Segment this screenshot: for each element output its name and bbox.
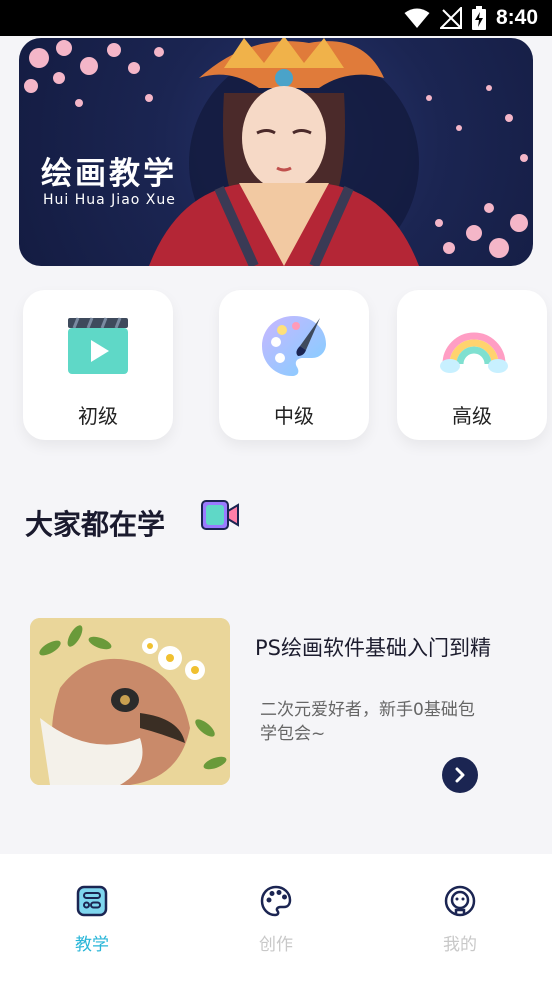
status-bar: 8:40 — [0, 0, 552, 36]
level-label: 高级 — [452, 404, 492, 428]
palette-icon — [262, 316, 326, 376]
teach-icon — [76, 885, 108, 917]
course-thumbnail-illustration — [30, 618, 230, 785]
hero-banner[interactable]: 绘画教学 Hui Hua Jiao Xue — [19, 38, 533, 266]
status-time: 8:40 — [495, 6, 538, 29]
battery-charging-icon — [471, 6, 486, 30]
level-label: 初级 — [78, 404, 118, 428]
course-thumbnail[interactable] — [30, 618, 230, 785]
course-open-button[interactable] — [442, 757, 478, 793]
level-intermediate-card[interactable]: 中级 — [219, 290, 369, 440]
video-clapper-icon — [68, 317, 128, 374]
video-camera-icon — [201, 500, 239, 530]
status-icons: 8:40 — [404, 6, 538, 30]
tab-teach[interactable]: 教学 — [32, 884, 152, 964]
level-beginner-card[interactable]: 初级 — [23, 290, 173, 440]
rainbow-icon — [440, 332, 508, 373]
no-signal-icon — [439, 7, 462, 29]
level-label: 中级 — [274, 404, 314, 428]
section-title: 大家都在学 — [25, 508, 166, 541]
tab-label: 创作 — [259, 935, 293, 955]
course-description: 二次元爱好者，新手0基础包学包会~ — [260, 700, 475, 744]
wifi-icon — [404, 8, 430, 28]
level-advanced-card[interactable]: 高级 — [397, 290, 547, 440]
banner-title: 绘画教学 — [41, 156, 177, 192]
tab-profile[interactable]: 我的 — [400, 884, 520, 964]
tab-label: 教学 — [75, 935, 109, 955]
banner-subtitle: Hui Hua Jiao Xue — [43, 192, 176, 208]
bottom-tab-bar: 教学 创作 我的 — [0, 854, 552, 982]
chevron-right-icon — [455, 767, 465, 783]
course-title[interactable]: PS绘画软件基础入门到精 — [255, 632, 525, 662]
tab-label: 我的 — [443, 935, 477, 955]
palette-icon — [260, 885, 292, 917]
profile-icon — [444, 885, 476, 917]
tab-create[interactable]: 创作 — [216, 884, 336, 964]
